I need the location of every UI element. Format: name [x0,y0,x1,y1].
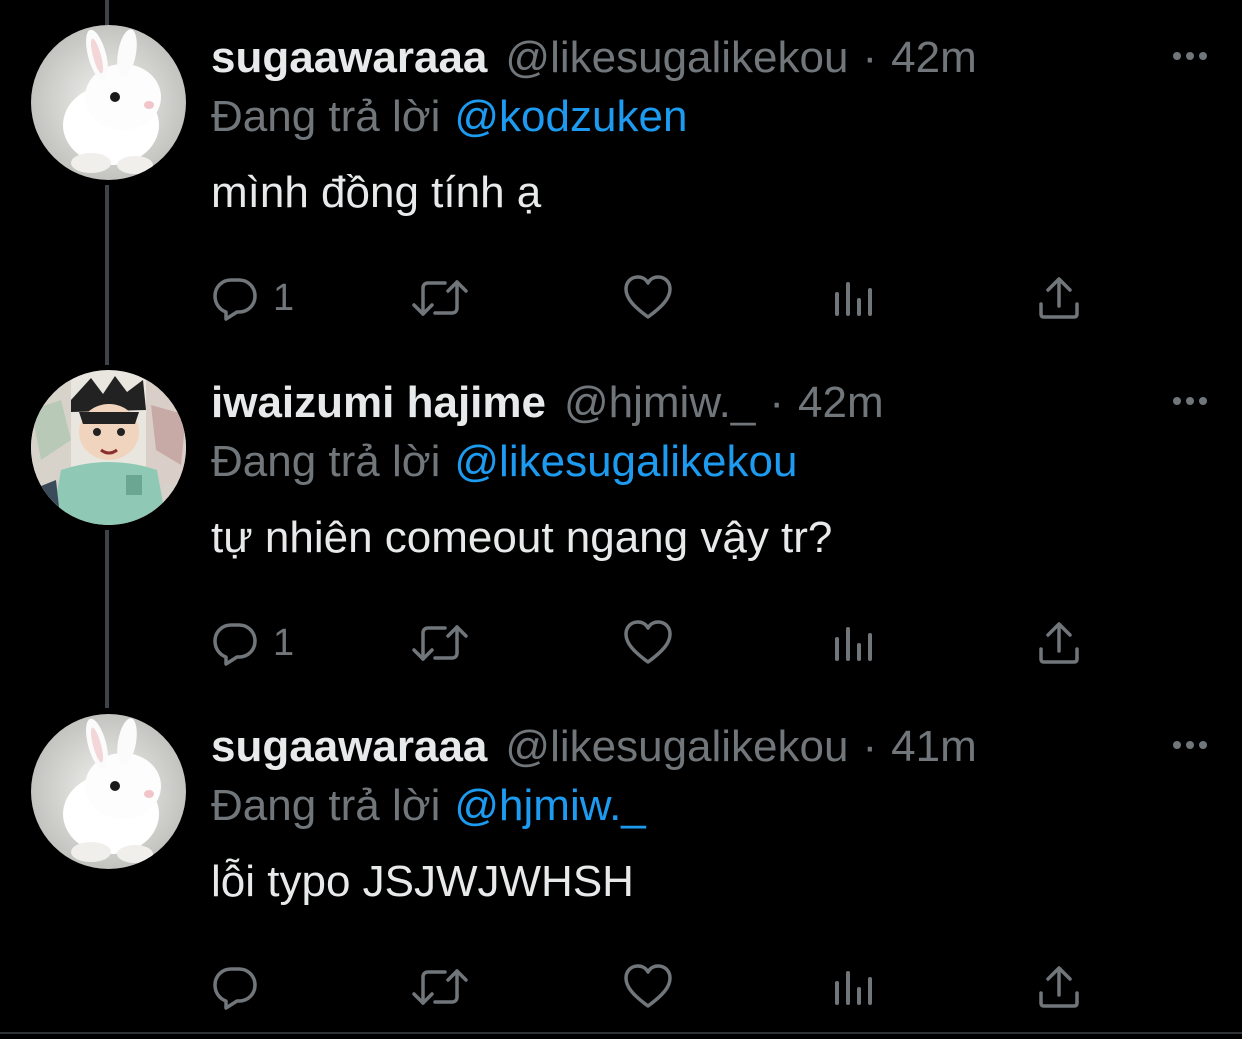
replying-to-label: Đang trả lời [211,92,441,141]
share-button[interactable] [1037,268,1081,328]
views-button[interactable] [831,268,875,328]
bottom-divider [0,1032,1242,1034]
more-options-button[interactable] [1170,391,1210,411]
more-icon [1173,397,1207,405]
user-handle[interactable]: @hjmiw._ [564,378,755,428]
timestamp[interactable]: 42m [891,33,977,83]
thread-line [105,185,109,365]
timestamp[interactable]: 41m [891,722,977,772]
reply-count: 1 [273,276,295,319]
views-button[interactable] [831,613,875,673]
tweet-header: sugaawaraaa @likesugalikekou · 42m [211,28,977,88]
tweet-header: iwaizumi hajime @hjmiw._ · 42m [211,373,884,433]
like-button[interactable] [623,957,673,1017]
tweet-actions [211,957,1091,1017]
tweet-text: lỗi typo JSJWJWHSH [211,857,634,906]
thread-line [105,530,109,708]
retweet-button[interactable] [411,268,469,328]
reply-mention-link[interactable]: @hjmiw._ [454,781,645,830]
reply-button[interactable]: 1 [211,613,294,673]
more-options-button[interactable] [1170,46,1210,66]
replying-to-label: Đang trả lời [211,781,441,830]
share-button[interactable] [1037,613,1081,673]
white-bunny-avatar [31,25,186,180]
retweet-icon [412,625,468,661]
retweet-button[interactable] [411,613,469,673]
user-handle[interactable]: @likesugalikekou [505,722,848,772]
timestamp[interactable]: 42m [798,378,884,428]
anime-character-avatar [31,370,186,525]
tweet-header: sugaawaraaa @likesugalikekou · 41m [211,717,977,777]
retweet-icon [412,280,468,316]
heart-icon [624,620,672,664]
heart-icon [624,964,672,1008]
like-button[interactable] [623,613,673,673]
reply-mention-link[interactable]: @kodzuken [454,92,687,141]
more-icon [1173,52,1207,60]
user-handle[interactable]: @likesugalikekou [505,33,848,83]
views-icon [835,971,872,1005]
share-icon [1039,622,1079,664]
more-options-button[interactable] [1170,735,1210,755]
more-icon [1173,741,1207,749]
retweet-icon [412,969,468,1005]
views-button[interactable] [831,957,875,1017]
separator-dot: · [862,33,878,82]
views-icon [835,282,872,316]
tweet-text: mình đồng tính ạ [211,168,542,217]
separator-dot: · [862,722,878,771]
share-icon [1039,277,1079,319]
white-bunny-avatar [31,714,186,869]
tweet-text: tự nhiên comeout ngang vậy tr? [211,513,833,562]
avatar[interactable] [31,714,186,869]
retweet-button[interactable] [411,957,469,1017]
replying-to: Đang trả lời @kodzuken [211,92,687,142]
avatar[interactable] [31,370,186,525]
reply-count: 1 [273,621,295,664]
display-name[interactable]: sugaawaraaa [211,33,487,83]
like-button[interactable] [623,268,673,328]
reply-icon [213,623,257,666]
tweet-actions: 1 [211,613,1091,673]
replying-to-label: Đang trả lời [211,437,441,486]
avatar[interactable] [31,25,186,180]
share-icon [1039,966,1079,1008]
thread-line [105,0,109,25]
views-icon [835,627,872,661]
heart-icon [624,275,672,319]
tweet-actions: 1 [211,268,1091,328]
share-button[interactable] [1037,957,1081,1017]
reply-icon [213,278,257,321]
reply-button[interactable] [211,957,273,1017]
reply-button[interactable]: 1 [211,268,294,328]
display-name[interactable]: sugaawaraaa [211,722,487,772]
replying-to: Đang trả lời @likesugalikekou [211,437,797,487]
replying-to: Đang trả lời @hjmiw._ [211,781,646,831]
reply-mention-link[interactable]: @likesugalikekou [454,437,797,486]
reply-icon [213,967,257,1010]
display-name[interactable]: iwaizumi hajime [211,378,546,428]
separator-dot: · [769,378,785,427]
